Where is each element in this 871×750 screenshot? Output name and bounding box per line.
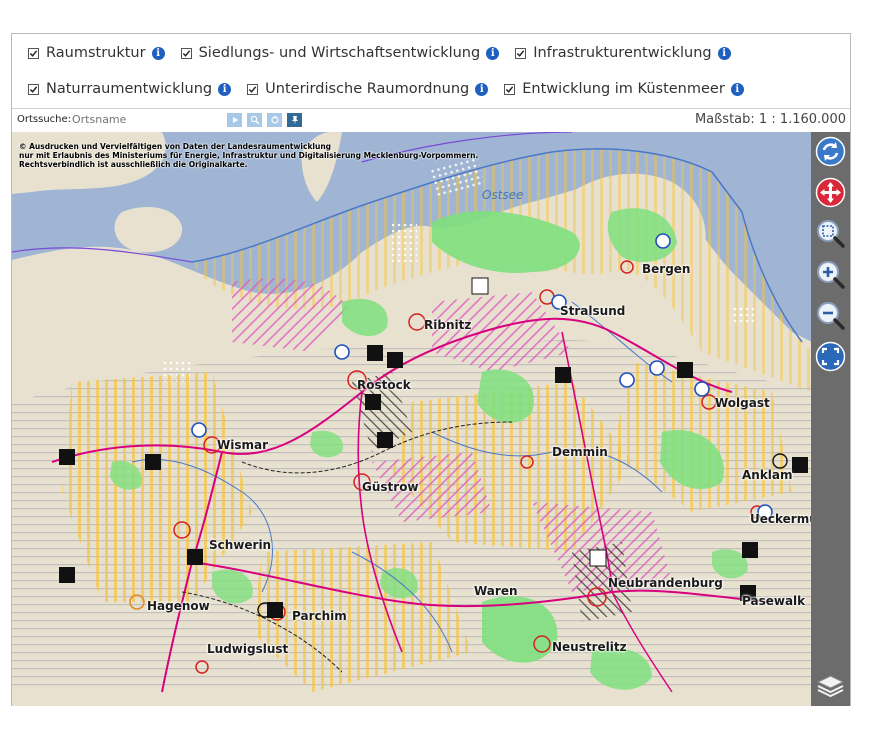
place-label: Ribnitz: [424, 318, 472, 332]
place-label: Waren: [474, 584, 518, 598]
layer-label: Infrastrukturentwicklung: [533, 45, 712, 61]
place-label: Wismar: [217, 438, 269, 452]
layer-panel: Raumstruktur i Siedlungs- und Wirtschaft…: [12, 34, 850, 108]
search-zoom-button[interactable]: [247, 113, 262, 127]
zoom-out-icon: [817, 302, 845, 330]
layer-label: Naturraumentwicklung: [46, 81, 213, 97]
place-label: Bergen: [642, 262, 691, 276]
zoom-box-icon: [817, 220, 845, 248]
refresh-button[interactable]: [815, 136, 846, 167]
copyright-line: © Ausdrucken und Vervielfältigen von Dat…: [19, 142, 332, 151]
play-icon: [232, 117, 238, 123]
info-icon[interactable]: i: [475, 82, 489, 96]
zoom-in-icon: [817, 261, 845, 289]
place-label: Pasewalk: [742, 594, 806, 608]
map-graphic: [12, 132, 812, 706]
pan-button[interactable]: [815, 177, 846, 208]
place-label: Schwerin: [209, 538, 272, 552]
place-label: Neubrandenburg: [608, 576, 723, 590]
layer-label: Raumstruktur: [46, 45, 146, 61]
info-icon[interactable]: i: [717, 46, 731, 60]
copyright-line: Rechtsverbindlich ist ausschließlich die…: [19, 160, 248, 169]
layer-toggle-infrastruktur[interactable]: Infrastrukturentwicklung i: [515, 45, 731, 61]
place-label: Güstrow: [362, 480, 419, 494]
layer-label: Unterirdische Raumordnung: [265, 81, 470, 97]
sea-label: Ostsee: [482, 188, 524, 202]
place-label: Ueckermünde: [750, 512, 812, 526]
map-canvas[interactable]: © Ausdrucken und Vervielfältigen von Dat…: [12, 132, 812, 706]
full-extent-button[interactable]: [815, 341, 846, 372]
pan-icon: [815, 177, 846, 208]
map-viewer: Raumstruktur i Siedlungs- und Wirtschaft…: [11, 33, 851, 706]
zoom-in-button[interactable]: [815, 259, 846, 290]
checkbox[interactable]: [28, 83, 39, 95]
place-label: Anklam: [742, 468, 793, 482]
layer-row-1: Raumstruktur i Siedlungs- und Wirtschaft…: [28, 41, 747, 65]
copyright-notice: © Ausdrucken und Vervielfältigen von Dat…: [19, 142, 499, 169]
checkbox[interactable]: [504, 83, 516, 95]
layer-row-2: Naturraumentwicklung i Unterirdische Rau…: [28, 77, 760, 101]
full-extent-icon: [815, 341, 846, 372]
place-label: Rostock: [357, 378, 411, 392]
place-label: Wolgast: [715, 396, 770, 410]
layer-toggle-naturraum[interactable]: Naturraumentwicklung i: [28, 81, 232, 97]
search-bar: Ortssuche: Maßstab: 1 : 1.160.000: [12, 108, 850, 132]
layer-label: Siedlungs- und Wirtschaftsentwicklung: [198, 45, 481, 61]
reset-icon: [270, 116, 279, 124]
place-label: Neustrelitz: [552, 640, 627, 654]
layers-button[interactable]: [815, 670, 846, 701]
zoom-box-button[interactable]: [815, 218, 846, 249]
info-icon[interactable]: i: [730, 82, 744, 96]
copyright-line: nur mit Erlaubnis des Ministeriums für E…: [19, 151, 479, 160]
zoom-out-button[interactable]: [815, 300, 846, 331]
pin-icon: [291, 116, 298, 125]
refresh-icon: [815, 136, 846, 167]
search-go-button[interactable]: [227, 113, 242, 127]
place-label: Hagenow: [147, 599, 210, 613]
checkbox[interactable]: [247, 83, 259, 95]
scale-display: Maßstab: 1 : 1.160.000: [694, 112, 846, 127]
layer-toggle-kuestenmeer[interactable]: Entwicklung im Küstenmeer i: [504, 81, 744, 97]
checkbox[interactable]: [180, 47, 192, 59]
layer-label: Entwicklung im Küstenmeer: [522, 81, 725, 97]
search-input[interactable]: [72, 111, 222, 128]
magnifier-icon: [250, 115, 259, 125]
search-clear-button[interactable]: [267, 113, 282, 127]
checkbox[interactable]: [28, 47, 39, 59]
layer-toggle-unterirdisch[interactable]: Unterirdische Raumordnung i: [247, 81, 489, 97]
place-label: Demmin: [552, 445, 608, 459]
place-label: Stralsund: [560, 304, 626, 318]
layer-toggle-siedlung[interactable]: Siedlungs- und Wirtschaftsentwicklung i: [180, 45, 500, 61]
layer-toggle-raumstruktur[interactable]: Raumstruktur i: [28, 45, 165, 61]
search-pin-button[interactable]: [287, 113, 302, 127]
search-label: Ortssuche:: [17, 114, 72, 125]
map-toolbar: [811, 132, 850, 706]
checkbox[interactable]: [515, 47, 527, 59]
info-icon[interactable]: i: [486, 46, 500, 60]
info-icon[interactable]: i: [218, 82, 232, 96]
place-label: Parchim: [292, 609, 347, 623]
place-label: Ludwigslust: [207, 642, 289, 656]
info-icon[interactable]: i: [151, 46, 165, 60]
layers-icon: [816, 675, 845, 698]
